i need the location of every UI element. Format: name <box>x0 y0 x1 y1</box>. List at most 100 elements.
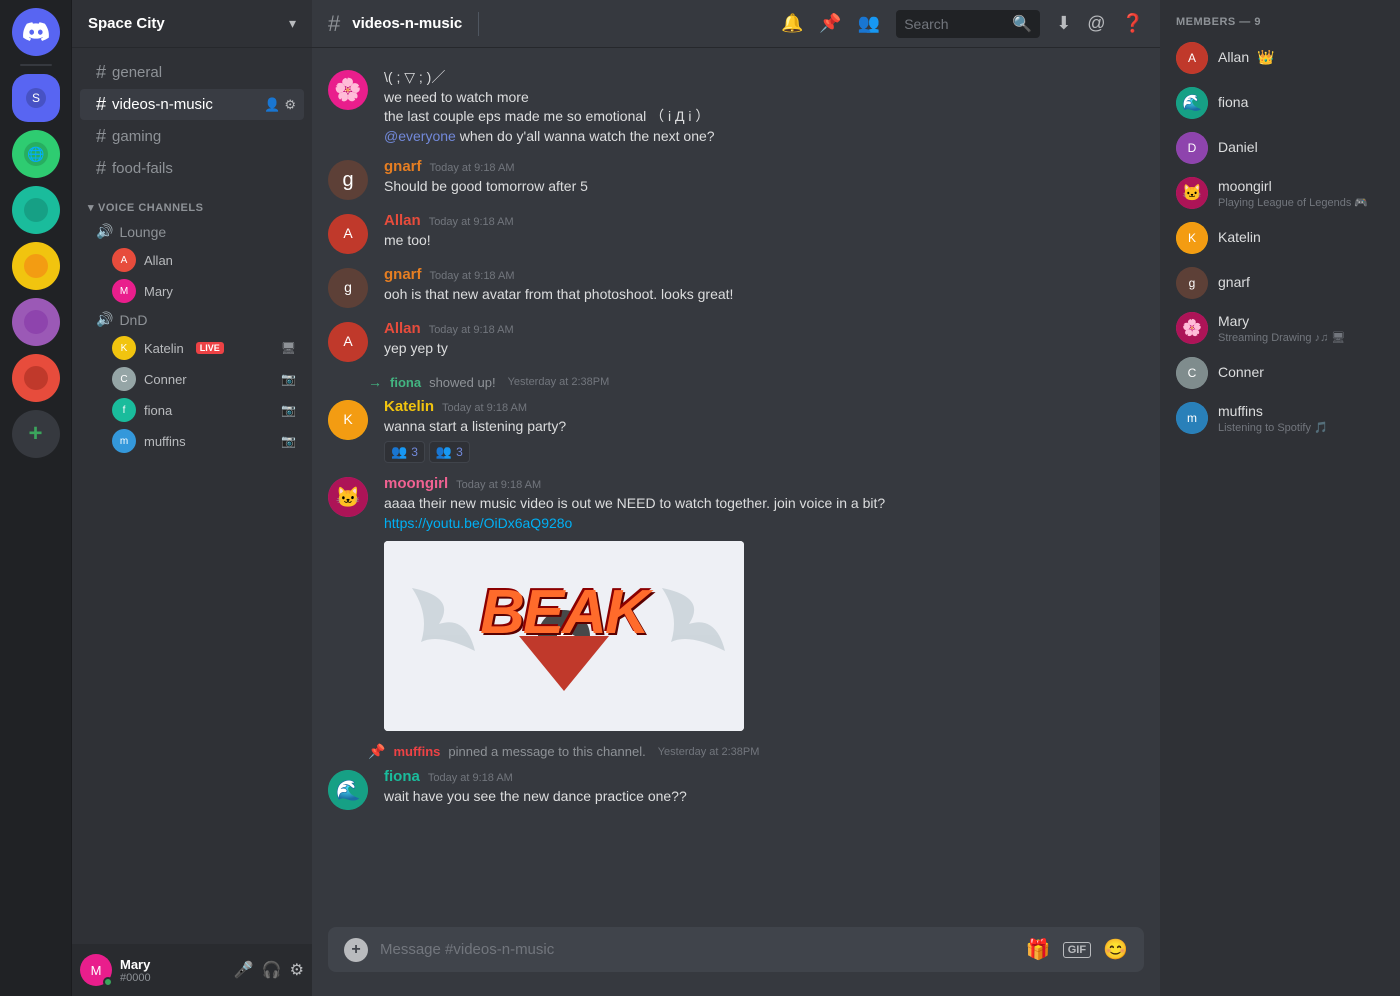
member-info-moongirl: moongirl Playing League of Legends 🎮 <box>1218 178 1384 209</box>
member-name-gnarf: gnarf <box>1218 274 1250 290</box>
member-avatar-fiona: 🌊 <box>1176 87 1208 119</box>
reaction-1[interactable]: 👥 3 <box>384 441 425 463</box>
voice-channel-lounge[interactable]: 🔊 Lounge <box>80 219 304 244</box>
svg-text:C: C <box>1188 366 1197 380</box>
voice-user-fiona[interactable]: f fiona 📷 <box>80 395 304 425</box>
svg-text:🐱: 🐱 <box>1182 184 1202 202</box>
message-header-gnarf-1: gnarf Today at 9:18 AM <box>384 158 1144 175</box>
message-author-allan[interactable]: Allan <box>384 212 421 229</box>
add-server-button[interactable]: + <box>12 410 60 458</box>
sidebar-item-gaming[interactable]: # gaming <box>80 121 304 152</box>
channel-name-gaming: gaming <box>112 128 161 145</box>
message-author-gnarf[interactable]: gnarf <box>384 158 422 175</box>
member-item-moongirl[interactable]: 🐱 moongirl Playing League of Legends 🎮 <box>1168 171 1392 215</box>
sidebar-item-food-fails[interactable]: # food-fails <box>80 153 304 184</box>
server-icon-6[interactable] <box>12 354 60 402</box>
message-header-moongirl: moongirl Today at 9:18 AM <box>384 475 1144 492</box>
download-icon[interactable]: ⬇ <box>1056 13 1071 34</box>
message-group-mary-continued: 🌸 \( ; ▽ ; )／ we need to watch more the … <box>312 64 1160 150</box>
message-avatar-allan: A <box>328 214 368 254</box>
message-text-moongirl: aaaa their new music video is out we NEE… <box>384 494 1144 514</box>
voice-user-avatar-mary: M <box>112 279 136 303</box>
members-icon[interactable]: 👥 <box>858 13 880 34</box>
pin-icon[interactable]: 📌 <box>819 13 841 34</box>
beak-title: BEAK <box>480 582 648 644</box>
voice-user-conner[interactable]: C Conner 📷 <box>80 364 304 394</box>
member-name-conner: Conner <box>1218 364 1264 380</box>
add-member-icon[interactable]: 👤 <box>264 97 280 113</box>
message-text-gnarf-2: ooh is that new avatar from that photosh… <box>384 285 1144 305</box>
header-icons: 🔔 📌 👥 🔍 ⬇ @ ❓ <box>781 10 1144 38</box>
mention-everyone[interactable]: @everyone <box>384 128 456 144</box>
speaker-icon: 🔊 <box>96 223 113 240</box>
video-embed[interactable]: BEAK <box>384 541 744 731</box>
sidebar-item-general[interactable]: # general <box>80 57 304 88</box>
reaction-2[interactable]: 👥 3 <box>429 441 470 463</box>
server-name-header[interactable]: Space City ▾ <box>72 0 312 48</box>
message-content-mary: \( ; ▽ ; )／ we need to watch more the la… <box>384 68 1144 146</box>
voice-user-katelin[interactable]: K Katelin LIVE 🖥 <box>80 333 304 363</box>
member-item-mary[interactable]: 🌸 Mary Streaming Drawing ♪♫ 🖥 <box>1168 306 1392 350</box>
headphones-icon[interactable]: 🎧 <box>262 960 282 980</box>
discord-home-button[interactable] <box>12 8 60 56</box>
join-arrow-icon: → <box>368 374 382 390</box>
member-item-daniel[interactable]: D Daniel <box>1168 126 1392 170</box>
emoji-icon[interactable]: 😊 <box>1103 937 1128 962</box>
member-item-katelin[interactable]: K Katelin <box>1168 216 1392 260</box>
voice-user-name-muffins: muffins <box>144 434 186 449</box>
reactions-katelin: 👥 3 👥 3 <box>384 441 1144 463</box>
message-author-fiona[interactable]: fiona <box>384 768 420 785</box>
channel-list: # general # videos-n-music 👤 ⚙ # gaming … <box>72 48 312 944</box>
message-author-katelin[interactable]: Katelin <box>384 398 434 415</box>
search-box[interactable]: 🔍 <box>896 10 1040 38</box>
member-item-fiona[interactable]: 🌊 fiona <box>1168 81 1392 125</box>
gift-icon[interactable]: 🎁 <box>1026 937 1051 962</box>
system-timestamp-pinned: Yesterday at 2:38PM <box>658 746 760 758</box>
settings-icon[interactable]: ⚙ <box>290 960 304 980</box>
header-channel-name: videos-n-music <box>352 15 462 32</box>
message-timestamp-allan-2: Today at 9:18 AM <box>429 324 514 336</box>
message-input-icons: 🎁 GIF 😊 <box>1026 937 1128 962</box>
message-text-mary-3: the last couple eps made me so emotional… <box>384 107 1144 127</box>
member-item-gnarf[interactable]: g gnarf <box>1168 261 1392 305</box>
sidebar: Space City ▾ # general # videos-n-music … <box>72 0 312 996</box>
message-text-mary-1: \( ; ▽ ; )／ <box>384 68 1144 88</box>
svg-text:K: K <box>1188 231 1196 245</box>
server-icon-1[interactable]: S <box>12 74 60 122</box>
message-input[interactable] <box>380 941 1014 958</box>
attach-file-button[interactable]: + <box>344 938 368 962</box>
settings-icon[interactable]: ⚙ <box>284 97 296 113</box>
server-icon-4[interactable] <box>12 242 60 290</box>
member-name-katelin: Katelin <box>1218 229 1261 245</box>
member-item-allan[interactable]: A Allan 👑 <box>1168 36 1392 80</box>
svg-text:m: m <box>1187 411 1197 425</box>
server-icon-2[interactable]: 🌐 <box>12 130 60 178</box>
message-author-gnarf-2[interactable]: gnarf <box>384 266 422 283</box>
help-icon[interactable]: ❓ <box>1122 13 1144 34</box>
member-item-muffins[interactable]: m muffins Listening to Spotify 🎵 <box>1168 396 1392 440</box>
bell-icon[interactable]: 🔔 <box>781 13 803 34</box>
voice-user-muffins[interactable]: m muffins 📷 <box>80 426 304 456</box>
voice-user-name-allan: Allan <box>144 253 173 268</box>
microphone-icon[interactable]: 🎤 <box>234 960 254 980</box>
search-input[interactable] <box>904 16 1006 32</box>
voice-channels-category[interactable]: ▾ VOICE CHANNELS <box>72 185 312 218</box>
gif-button[interactable]: GIF <box>1063 942 1091 958</box>
member-avatar-allan: A <box>1176 42 1208 74</box>
member-item-conner[interactable]: C Conner <box>1168 351 1392 395</box>
server-icon-5[interactable] <box>12 298 60 346</box>
youtube-link[interactable]: https://youtu.be/OiDx6aQ928o <box>384 515 572 531</box>
voice-user-allan[interactable]: A Allan <box>80 245 304 275</box>
footer-action-icons: 🎤 🎧 ⚙ <box>234 960 304 980</box>
member-info-mary: Mary Streaming Drawing ♪♫ 🖥 <box>1218 313 1384 344</box>
voice-user-mary[interactable]: M Mary <box>80 276 304 306</box>
system-fiona-name: fiona <box>390 375 421 390</box>
member-info-muffins: muffins Listening to Spotify 🎵 <box>1218 403 1384 434</box>
message-author-moongirl[interactable]: moongirl <box>384 475 448 492</box>
sidebar-item-videos-n-music[interactable]: # videos-n-music 👤 ⚙ <box>80 89 304 120</box>
mention-icon[interactable]: @ <box>1087 13 1105 34</box>
message-author-allan-2[interactable]: Allan <box>384 320 421 337</box>
server-icon-3[interactable] <box>12 186 60 234</box>
footer-discriminator: #0000 <box>120 972 226 984</box>
voice-channel-dnd[interactable]: 🔊 DnD <box>80 307 304 332</box>
